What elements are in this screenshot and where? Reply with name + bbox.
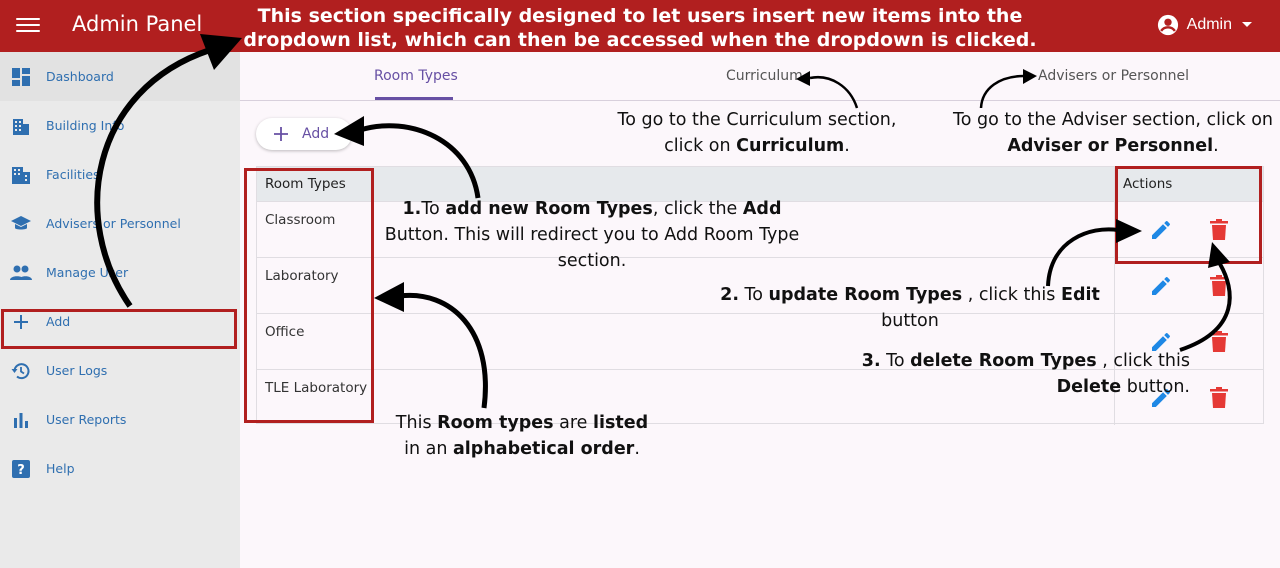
edit-icon[interactable] bbox=[1149, 274, 1173, 298]
delete-note: 3. To delete Room Types , click this Del… bbox=[861, 351, 1190, 397]
sidebar-item-facilities[interactable]: Facilities bbox=[0, 150, 240, 199]
sidebar-item-advisers[interactable]: Advisers or Personnel bbox=[0, 199, 240, 248]
sidebar-item-manage-user[interactable]: Manage User bbox=[0, 248, 240, 297]
add-note: 1.To add new Room Types, click the Add B… bbox=[384, 199, 800, 271]
delete-icon[interactable] bbox=[1208, 330, 1230, 354]
sidebar-item-label: Advisers or Personnel bbox=[46, 216, 181, 231]
app-title: Admin Panel bbox=[72, 12, 203, 36]
bar-chart-icon bbox=[10, 409, 32, 431]
delete-icon[interactable] bbox=[1208, 386, 1230, 410]
sidebar-item-label: Help bbox=[46, 461, 75, 476]
active-tab-indicator bbox=[375, 97, 453, 100]
tab-curriculum[interactable]: Curriculum bbox=[726, 52, 803, 101]
add-button[interactable]: Add bbox=[256, 118, 352, 150]
curriculum-note: To go to the Curriculum section, click o… bbox=[617, 110, 897, 156]
sidebar-item-user-reports[interactable]: User Reports bbox=[0, 395, 240, 444]
account-circle-icon bbox=[1157, 14, 1178, 36]
dashboard-icon bbox=[10, 66, 32, 88]
sidebar-item-label: User Logs bbox=[46, 363, 108, 378]
sidebar-item-building-info[interactable]: Building Info bbox=[0, 101, 240, 150]
add-button-label: Add bbox=[302, 126, 330, 142]
user-menu[interactable]: Admin bbox=[1157, 14, 1254, 36]
history-icon bbox=[10, 360, 32, 382]
help-icon: ? bbox=[10, 458, 32, 480]
menu-icon[interactable] bbox=[14, 14, 42, 38]
tab-advisers[interactable]: Advisers or Personnel bbox=[1038, 52, 1189, 101]
sidebar-item-dashboard[interactable]: Dashboard bbox=[0, 52, 240, 101]
sidebar-item-help[interactable]: ? Help bbox=[0, 444, 240, 493]
top-app-bar: Admin Panel This section specifically de… bbox=[0, 0, 1280, 52]
user-name: Admin bbox=[1186, 16, 1232, 33]
svg-text:?: ? bbox=[17, 463, 25, 478]
list-note: This Room types are listed in an alphabe… bbox=[395, 413, 649, 459]
highlight-actions-column bbox=[1115, 166, 1262, 264]
plus-icon bbox=[274, 127, 288, 141]
school-icon bbox=[10, 213, 32, 235]
edit-note: 2. To update Room Types , click this Edi… bbox=[720, 285, 1100, 331]
highlight-add-item bbox=[1, 309, 237, 349]
sidebar-item-label: Manage User bbox=[46, 265, 129, 280]
chevron-down-icon bbox=[1242, 22, 1252, 27]
building-icon bbox=[10, 115, 32, 137]
sidebar-item-label: Building Info bbox=[46, 118, 125, 133]
tab-bar: Room Types Curriculum Advisers or Person… bbox=[240, 52, 1280, 101]
facilities-icon bbox=[10, 164, 32, 186]
sidebar-item-user-logs[interactable]: User Logs bbox=[0, 346, 240, 395]
sidebar-item-label: Dashboard bbox=[46, 69, 114, 84]
people-icon bbox=[10, 262, 32, 284]
adviser-note: To go to the Adviser section, click on A… bbox=[952, 110, 1274, 156]
tab-room-types[interactable]: Room Types bbox=[374, 52, 458, 101]
sidebar-item-label: Facilities bbox=[46, 167, 100, 182]
sidebar-item-label: User Reports bbox=[46, 412, 127, 427]
highlight-room-types-column bbox=[244, 168, 374, 423]
banner-annotation: This section specifically designed to le… bbox=[243, 5, 1037, 51]
delete-icon[interactable] bbox=[1208, 274, 1230, 298]
